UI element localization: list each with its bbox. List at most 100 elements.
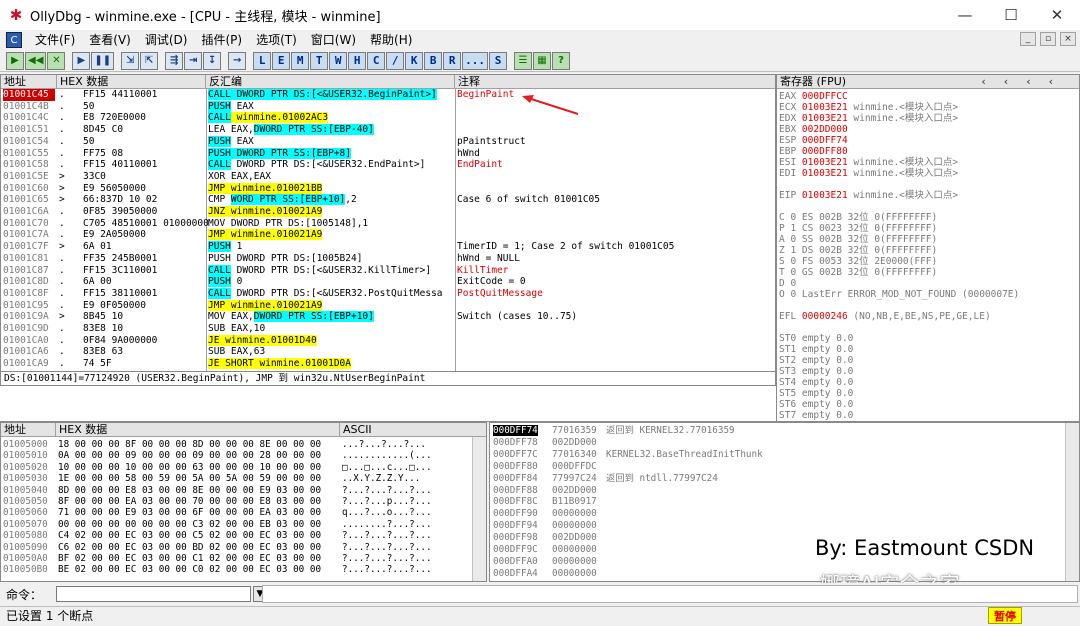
register-row[interactable]: ST0 empty 0.0: [779, 333, 853, 345]
disasm-row[interactable]: 01001C87. FF15 3C110001 CALL DWORD PTR DS:…: [1, 264, 775, 277]
menu-window[interactable]: 窗口(W): [304, 30, 363, 50]
menu-view[interactable]: 查看(V): [82, 30, 138, 50]
col-header-disasm[interactable]: 反汇编: [206, 75, 455, 89]
register-row[interactable]: EDI 01003E21 winmine.<模块入口点>: [779, 168, 958, 180]
disasm-row[interactable]: 01001C7F >6A 01 PUSH 1 TimerID = 1; Case 2 …: [1, 241, 775, 253]
register-row[interactable]: S 0 FS 0053 32位 2E0000(FFF): [779, 256, 937, 268]
disasm-row[interactable]: 01001C45. FF15 44110001 CALL DWORD PTR DS:…: [1, 89, 775, 101]
stack-row[interactable]: 000DFF74 77016359 返回到 KERNEL32.77016359: [490, 425, 1065, 437]
dump-row[interactable]: 01005050 8F 00 00 00 EA 03 00 00 70 00 00…: [1, 496, 471, 507]
mdi-close-button[interactable]: ×: [1060, 32, 1076, 46]
register-row[interactable]: ESI 01003E21 winmine.<模块入口点>: [779, 157, 958, 169]
log-window-button[interactable]: L: [253, 51, 272, 70]
registers-header[interactable]: 寄存器 (FPU) ‹‹‹‹: [777, 75, 1079, 89]
register-row[interactable]: ST7 empty 0.0: [779, 410, 853, 422]
disasm-row[interactable]: 01001C55. FF75 08 PUSH DWORD PTR SS:[EBP+8…: [1, 147, 775, 160]
windows-window-button[interactable]: W: [329, 51, 348, 70]
cpu-window-icon[interactable]: C: [6, 32, 22, 48]
disasm-row[interactable]: 01001C9D. 83E8 10 SUB EAX,10: [1, 323, 775, 335]
dump-row[interactable]: 010050A0 BF 02 00 00 EC 03 00 00 C1 02 00…: [1, 553, 471, 564]
dump-row[interactable]: 01005040 8D 00 00 00 E8 03 00 00 8E 00 00…: [1, 485, 471, 496]
registers-nav-arrows-icon[interactable]: ‹‹‹‹: [981, 75, 1071, 88]
dump-header-hex[interactable]: HEX 数据: [56, 423, 340, 437]
menu-help[interactable]: 帮助(H): [363, 30, 419, 50]
open-button[interactable]: ▶: [6, 51, 24, 70]
close-program-button[interactable]: ✕: [47, 51, 66, 70]
maximize-button[interactable]: ☐: [988, 0, 1034, 30]
register-row[interactable]: ST2 empty 0.0: [779, 355, 853, 367]
register-row[interactable]: EBX 002DD000: [779, 124, 848, 136]
cpu-window-button[interactable]: C: [367, 51, 386, 70]
disasm-row[interactable]: 01001C7A. E9 2A050000 JMP winmine.010021A9: [1, 229, 775, 241]
col-header-hex[interactable]: HEX 数据: [57, 75, 206, 89]
restart-button[interactable]: ◀◀: [25, 51, 47, 70]
stack-row[interactable]: 000DFF78 002DD000: [490, 437, 1065, 448]
grid-icon[interactable]: ▦: [533, 51, 552, 70]
disasm-row[interactable]: 01001C8D. 6A 00 PUSH 0 ExitCode = 0: [1, 276, 775, 288]
trace-into-button[interactable]: ⇶: [165, 51, 184, 70]
menu-debug[interactable]: 调试(D): [138, 30, 195, 50]
register-row[interactable]: O 0 LastErr ERROR_MOD_NOT_FOUND (0000007…: [779, 289, 1019, 301]
breakpoints-button[interactable]: B: [424, 51, 443, 70]
register-row[interactable]: P 1 CS 0023 32位 0(FFFFFFFF): [779, 223, 937, 235]
dump-header-address[interactable]: 地址: [1, 423, 56, 437]
mdi-restore-button[interactable]: ▫: [1040, 32, 1056, 46]
execute-till-return-button[interactable]: ↧: [203, 51, 222, 70]
disasm-row[interactable]: 01001C8F. FF15 38110001 CALL DWORD PTR DS:…: [1, 287, 775, 300]
stack-row[interactable]: 000DFF84 77997C24 返回到 ntdll.77997C24: [490, 473, 1065, 484]
register-row[interactable]: EFL 00000246 (NO,NB,E,BE,NS,PE,GE,LE): [779, 311, 991, 323]
run-trace-button[interactable]: ...: [462, 51, 489, 70]
step-over-button[interactable]: ⇱: [140, 51, 159, 70]
register-row[interactable]: ST4 empty 0.0: [779, 377, 853, 389]
disasm-row[interactable]: 01001C5E >33C0 XOR EAX,EAX: [1, 171, 775, 183]
disasm-row[interactable]: 01001CA0. 0F84 9A000000 JE winmine.01001D4…: [1, 334, 775, 347]
dump-row[interactable]: 01005090 C6 02 00 00 EC 03 00 00 BD 02 00…: [1, 542, 471, 553]
goto-button[interactable]: →: [228, 51, 247, 70]
col-header-address[interactable]: 地址: [1, 75, 57, 89]
register-row[interactable]: EIP 01003E21 winmine.<模块入口点>: [779, 190, 958, 202]
register-row[interactable]: A 0 SS 002B 32位 0(FFFFFFFF): [779, 234, 937, 246]
call-stack-button[interactable]: K: [405, 51, 424, 70]
register-row[interactable]: ECX 01003E21 winmine.<模块入口点>: [779, 102, 958, 114]
disasm-row[interactable]: 01001C95. E9 0F050000 JMP winmine.010021A9: [1, 299, 775, 312]
register-row[interactable]: EAX 000DFFCC: [779, 91, 848, 103]
col-header-comment[interactable]: 注释: [455, 75, 775, 89]
disasm-row[interactable]: 01001C4B. 50 PUSH EAX: [1, 100, 775, 113]
disassembly-pane[interactable]: 地址 HEX 数据 反汇编 注释 01001C45. FF15 44110001 C…: [0, 74, 776, 372]
run-button[interactable]: ▶: [72, 51, 91, 70]
stack-row[interactable]: 000DFF80 000DFFDC: [490, 461, 1065, 472]
pause-button[interactable]: ❚❚: [91, 51, 115, 70]
registers-pane[interactable]: 寄存器 (FPU) ‹‹‹‹ EAX 000DFFCC ECX 01003E21…: [776, 74, 1080, 422]
register-row[interactable]: ST6 empty 0.0: [779, 399, 853, 411]
register-row[interactable]: C 0 ES 002B 32位 0(FFFFFFFF): [779, 212, 937, 224]
register-row[interactable]: ST1 empty 0.0: [779, 344, 853, 356]
mdi-minimize-button[interactable]: _: [1020, 32, 1036, 46]
register-row[interactable]: EDX 01003E21 winmine.<模块入口点>: [779, 113, 958, 125]
list-icon[interactable]: ☰: [514, 51, 533, 70]
disasm-row[interactable]: 01001C65 >66:837D 10 02 CMP WORD PTR SS:[E…: [1, 194, 775, 206]
dump-row[interactable]: 010050B0 BE 02 00 00 EC 03 00 00 C0 02 00…: [1, 564, 471, 575]
memory-window-button[interactable]: M: [291, 51, 310, 70]
modules-window-button[interactable]: E: [272, 51, 291, 70]
stack-row[interactable]: 000DFF88 002DD000: [490, 485, 1065, 496]
register-row[interactable]: T 0 GS 002B 32位 0(FFFFFFFF): [779, 267, 937, 279]
disasm-row[interactable]: 01001C4C. E8 720E0000 CALL winmine.01002AC…: [1, 112, 775, 124]
register-row[interactable]: Z 1 DS 002B 32位 0(FFFFFFFF): [779, 245, 937, 257]
dump-row[interactable]: 01005060 71 00 00 00 E9 03 00 00 6F 00 00…: [1, 507, 471, 518]
dump-scrollbar[interactable]: [472, 437, 486, 581]
disasm-row[interactable]: 01001C9A >8B45 10 MOV EAX,DWORD PTR SS:[EB…: [1, 311, 775, 323]
trace-over-button[interactable]: ⇥: [184, 51, 203, 70]
register-row[interactable]: ESP 000DFF74: [779, 135, 848, 147]
register-row[interactable]: D 0: [779, 278, 796, 290]
disasm-row[interactable]: 01001C70. C705 48510001 01000000 MOV DWORD…: [1, 218, 775, 230]
close-button[interactable]: ✕: [1034, 0, 1080, 30]
dump-header-ascii[interactable]: ASCII: [340, 423, 486, 437]
stack-row[interactable]: 000DFF8C B11B0917: [490, 496, 1065, 507]
menu-options[interactable]: 选项(T): [249, 30, 304, 50]
disasm-row[interactable]: 01001CA6. 83E8 63 SUB EAX,63: [1, 346, 775, 358]
dump-row[interactable]: 01005070 00 00 00 00 00 00 00 00 C3 02 00…: [1, 519, 471, 530]
stack-row[interactable]: 000DFF90 00000000: [490, 508, 1065, 519]
patches-window-button[interactable]: /: [386, 51, 405, 70]
disasm-row[interactable]: 01001C54. 50 PUSH EAX pPaintstruct: [1, 135, 775, 148]
step-into-button[interactable]: ⇲: [121, 51, 140, 70]
